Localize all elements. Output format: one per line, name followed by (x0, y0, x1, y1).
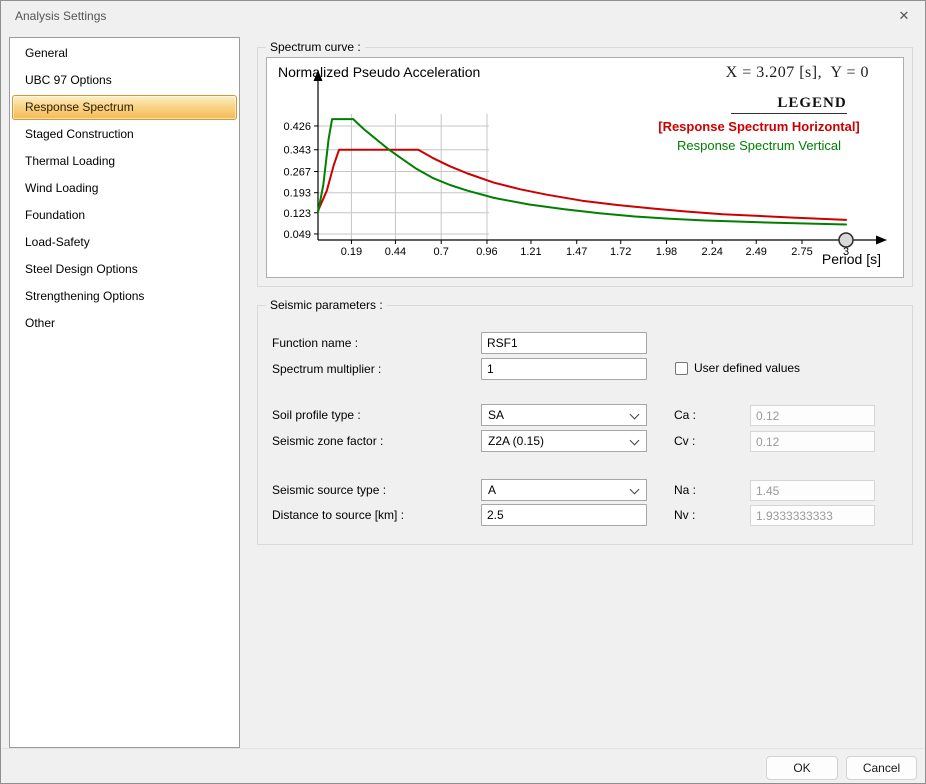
nv-label: Nv : (674, 504, 695, 526)
settings-nav: GeneralUBC 97 OptionsResponse SpectrumSt… (9, 37, 240, 748)
sidebar-item-thermal-loading[interactable]: Thermal Loading (10, 148, 239, 175)
analysis-settings-dialog: Analysis Settings ✕ GeneralUBC 97 Option… (0, 0, 926, 784)
sidebar-item-ubc-97-options[interactable]: UBC 97 Options (10, 67, 239, 94)
soil-profile-type-selected-value: SA (488, 408, 504, 422)
svg-text:0.19: 0.19 (341, 246, 362, 258)
spectrum-plot: 0.19 0.44 0.7 0.96 1.21 1.47 1.72 1.98 2.24 2.49 2… (267, 58, 903, 277)
legend-entries: [Response Spectrum Horizontal]Response S… (629, 117, 889, 155)
sidebar-item-response-spectrum[interactable]: Response Spectrum (12, 95, 237, 120)
seismic-zone-factor-select[interactable]: Z2A (0.15) (481, 430, 647, 452)
legend-item-response-spectrum-horizontal: [Response Spectrum Horizontal] (629, 117, 889, 136)
svg-text:0.123: 0.123 (283, 208, 311, 220)
function-name-input[interactable] (481, 332, 647, 354)
svg-text:2.49: 2.49 (746, 246, 767, 258)
function-name-label: Function name : (272, 332, 358, 354)
cancel-button[interactable]: Cancel (846, 756, 917, 780)
svg-text:1.72: 1.72 (610, 246, 631, 258)
legend-title: LEGEND (731, 95, 846, 114)
sidebar-item-foundation[interactable]: Foundation (10, 202, 239, 229)
seismic-parameters-group: Seismic parameters : User defined values… (257, 305, 913, 545)
sidebar-item-steel-design-options[interactable]: Steel Design Options (10, 256, 239, 283)
na-value (750, 480, 875, 501)
window-title: Analysis Settings (15, 9, 106, 23)
distance-to-source-label: Distance to source [km] : (272, 504, 404, 526)
svg-text:2.24: 2.24 (702, 246, 723, 258)
sidebar-item-staged-construction[interactable]: Staged Construction (10, 121, 239, 148)
svg-text:0.7: 0.7 (434, 246, 449, 258)
na-label: Na : (674, 479, 696, 501)
user-defined-values-checkbox[interactable]: User defined values (675, 361, 800, 375)
chart-title: Normalized Pseudo Acceleration (278, 64, 480, 80)
curve-response-spectrum-horizontal (318, 150, 846, 220)
svg-text:0.96: 0.96 (476, 246, 497, 258)
distance-to-source-input[interactable] (481, 504, 647, 526)
svg-text:1.98: 1.98 (656, 246, 677, 258)
svg-text:0.426: 0.426 (283, 121, 311, 133)
seismic-parameters-group-label: Seismic parameters : (266, 298, 387, 312)
sidebar-item-load-safety[interactable]: Load-Safety (10, 229, 239, 256)
cv-label: Cv : (674, 430, 695, 452)
spectrum-multiplier-label: Spectrum multiplier : (272, 358, 381, 380)
title-bar: Analysis Settings ✕ (1, 1, 925, 31)
chart-legend: LEGEND [Response Spectrum Horizontal]Res… (629, 94, 889, 155)
checkbox-box[interactable] (675, 362, 688, 375)
seismic-zone-factor-label: Seismic zone factor : (272, 430, 383, 452)
sidebar-item-strengthening-options[interactable]: Strengthening Options (10, 283, 239, 310)
checkbox-label: User defined values (694, 361, 800, 375)
seismic-zone-factor-selected-value: Z2A (0.15) (488, 434, 544, 448)
seismic-source-type-label: Seismic source type : (272, 479, 386, 501)
cursor-readout: X = 3.207 [s], Y = 0 (726, 64, 869, 82)
svg-text:0.267: 0.267 (283, 167, 311, 179)
svg-text:1.47: 1.47 (566, 246, 587, 258)
ok-button[interactable]: OK (766, 756, 838, 780)
soil-profile-type-select[interactable]: SA (481, 404, 647, 426)
svg-text:0.193: 0.193 (283, 188, 311, 200)
axis-end-marker[interactable] (839, 233, 853, 247)
svg-text:0.343: 0.343 (283, 145, 311, 157)
footer-divider (2, 748, 924, 749)
close-icon[interactable]: ✕ (893, 6, 915, 26)
ca-value (750, 405, 875, 426)
nv-value (750, 505, 875, 526)
seismic-source-type-selected-value: A (488, 483, 496, 497)
chevron-down-icon (630, 436, 640, 446)
spectrum-curve-group: Spectrum curve : 0.190.440.70.961.211.47… (257, 47, 913, 287)
sidebar-item-wind-loading[interactable]: Wind Loading (10, 175, 239, 202)
ca-label: Ca : (674, 404, 696, 426)
sidebar-item-other[interactable]: Other (10, 310, 239, 337)
svg-text:2.75: 2.75 (791, 246, 812, 258)
legend-item-response-spectrum-vertical: Response Spectrum Vertical (629, 136, 889, 155)
x-axis-arrow (876, 236, 887, 245)
chevron-down-icon (630, 485, 640, 495)
spectrum-curve-group-label: Spectrum curve : (266, 40, 365, 54)
seismic-source-type-select[interactable]: A (481, 479, 647, 501)
cv-value (750, 431, 875, 452)
soil-profile-type-label: Soil profile type : (272, 404, 361, 426)
chevron-down-icon (630, 410, 640, 420)
svg-text:0.049: 0.049 (283, 229, 311, 241)
sidebar-item-general[interactable]: General (10, 40, 239, 67)
svg-text:0.44: 0.44 (385, 246, 406, 258)
svg-text:1.21: 1.21 (520, 246, 541, 258)
period-axis-label: Period [s] (822, 251, 881, 267)
spectrum-chart: 0.19 0.44 0.7 0.96 1.21 1.47 1.72 1.98 2.24 2.49 2… (266, 57, 904, 278)
spectrum-multiplier-input[interactable] (481, 358, 647, 380)
